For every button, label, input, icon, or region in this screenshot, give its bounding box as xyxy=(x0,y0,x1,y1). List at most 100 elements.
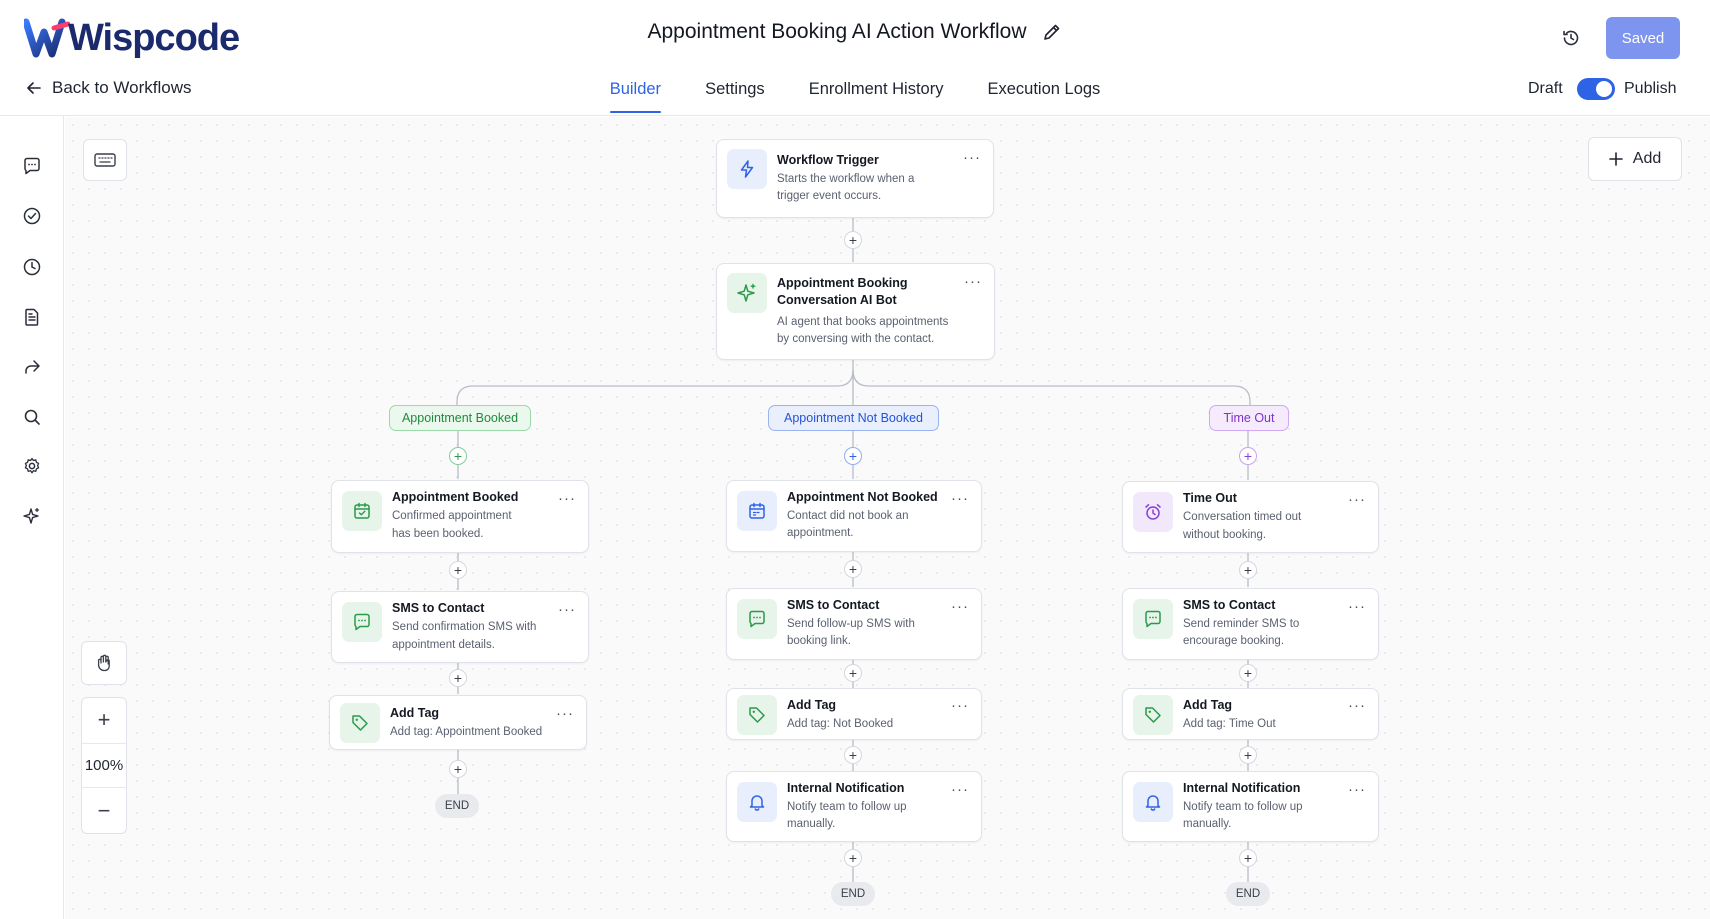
add-step-button[interactable]: + xyxy=(449,447,467,465)
search-icon[interactable] xyxy=(18,403,46,431)
sms-to-contact-node[interactable]: SMS to Contact Send reminder SMS to enco… xyxy=(1122,588,1379,660)
add-step-button[interactable]: + xyxy=(1239,447,1257,465)
node-desc-line-1: Add tag: Time Out xyxy=(1183,718,1276,730)
node-desc-line-2: has been booked. xyxy=(392,528,484,540)
saved-button[interactable]: Saved xyxy=(1606,17,1680,59)
pan-tool-button[interactable] xyxy=(81,641,127,685)
zoom-in-button[interactable]: + xyxy=(82,698,126,742)
add-tag-node[interactable]: Add Tag Add tag: Time Out ··· xyxy=(1122,688,1379,740)
node-menu-button[interactable]: ··· xyxy=(951,491,969,506)
share-icon[interactable] xyxy=(18,353,46,381)
node-desc-line-1: Notify team to follow up xyxy=(787,801,907,813)
left-sidebar xyxy=(0,116,64,919)
node-desc-line-1: Confirmed appointment xyxy=(392,510,512,522)
bell-icon xyxy=(737,782,777,822)
add-tag-node[interactable]: Add Tag Add tag: Appointment Booked ··· xyxy=(329,695,587,750)
tab-enrollment-history[interactable]: Enrollment History xyxy=(787,70,966,113)
keyboard-shortcuts-button[interactable] xyxy=(83,139,127,181)
pencil-icon xyxy=(1044,24,1060,40)
tab-builder[interactable]: Builder xyxy=(588,70,683,113)
add-step-button[interactable]: + xyxy=(844,560,862,578)
node-desc-line-2: appointment. xyxy=(787,527,854,539)
appointment-booked-node[interactable]: Appointment Booked Confirmed appointment… xyxy=(331,480,589,553)
node-menu-button[interactable]: ··· xyxy=(1348,599,1366,614)
node-title: Workflow Trigger xyxy=(777,153,879,167)
add-step-button[interactable]: + xyxy=(844,664,862,682)
node-menu-button[interactable]: ··· xyxy=(1348,698,1366,713)
node-menu-button[interactable]: ··· xyxy=(558,491,576,506)
add-node-button[interactable]: Add xyxy=(1588,137,1682,181)
tag-icon xyxy=(1133,695,1173,735)
add-step-button[interactable]: + xyxy=(1239,561,1257,579)
document-icon[interactable] xyxy=(18,303,46,331)
version-history-button[interactable] xyxy=(1561,28,1581,48)
publish-toggle[interactable] xyxy=(1577,78,1615,100)
node-menu-button[interactable]: ··· xyxy=(951,698,969,713)
internal-notification-node[interactable]: Internal Notification Notify team to fol… xyxy=(1122,771,1379,842)
end-marker: END xyxy=(435,794,479,818)
add-step-button[interactable]: + xyxy=(449,669,467,687)
draft-label: Draft xyxy=(1528,80,1563,97)
add-step-button[interactable]: + xyxy=(1239,746,1257,764)
node-menu-button[interactable]: ··· xyxy=(556,706,574,721)
branch-label-not-booked[interactable]: Appointment Not Booked xyxy=(768,405,939,431)
node-title: Internal Notification xyxy=(787,781,905,795)
node-desc-line-2: without booking. xyxy=(1183,529,1267,541)
branch-label-time-out[interactable]: Time Out xyxy=(1209,405,1289,431)
chat-icon xyxy=(737,599,777,639)
node-title: SMS to Contact xyxy=(1183,598,1276,612)
edit-title-button[interactable] xyxy=(1042,22,1062,42)
add-step-button[interactable]: + xyxy=(844,849,862,867)
keyboard-icon xyxy=(94,153,116,167)
tag-icon xyxy=(737,695,777,735)
sms-to-contact-node[interactable]: SMS to Contact Send confirmation SMS wit… xyxy=(331,591,589,663)
bell-icon xyxy=(1133,782,1173,822)
add-step-button[interactable]: + xyxy=(449,760,467,778)
node-menu-button[interactable]: ··· xyxy=(1348,492,1366,507)
node-desc-line-1: Notify team to follow up xyxy=(1183,801,1303,813)
back-to-workflows-link[interactable]: Back to Workflows xyxy=(26,78,192,98)
node-desc-line-1: Send confirmation SMS with xyxy=(392,621,537,633)
node-title: Time Out xyxy=(1183,491,1237,505)
alarm-clock-icon xyxy=(1133,492,1173,532)
add-step-button[interactable]: + xyxy=(844,231,862,249)
node-menu-button[interactable]: ··· xyxy=(964,274,982,289)
workflow-trigger-node[interactable]: Workflow Trigger Starts the workflow whe… xyxy=(716,139,994,218)
check-circle-icon[interactable] xyxy=(18,202,46,230)
node-menu-button[interactable]: ··· xyxy=(1348,782,1366,797)
chat-icon[interactable] xyxy=(18,152,46,180)
add-step-button[interactable]: + xyxy=(1239,664,1257,682)
sms-to-contact-node[interactable]: SMS to Contact Send follow-up SMS with b… xyxy=(726,588,982,660)
branch-label-booked[interactable]: Appointment Booked xyxy=(389,405,531,431)
zoom-out-button[interactable]: − xyxy=(82,789,126,833)
sparkle-icon[interactable] xyxy=(18,502,46,530)
add-step-button[interactable]: + xyxy=(449,561,467,579)
arrow-left-icon xyxy=(27,82,41,94)
node-desc-line-2: trigger event occurs. xyxy=(777,190,882,202)
history-icon xyxy=(1563,30,1579,46)
brand-logo[interactable]: Wispcode xyxy=(24,16,240,60)
add-tag-node[interactable]: Add Tag Add tag: Not Booked ··· xyxy=(726,688,982,740)
end-marker: END xyxy=(831,882,875,906)
internal-notification-node[interactable]: Internal Notification Notify team to fol… xyxy=(726,771,982,842)
tab-settings[interactable]: Settings xyxy=(683,70,787,113)
toggle-knob xyxy=(1596,81,1612,97)
add-step-button[interactable]: + xyxy=(844,746,862,764)
time-out-node[interactable]: Time Out Conversation timed out without … xyxy=(1122,481,1379,553)
appointment-not-booked-node[interactable]: Appointment Not Booked Contact did not b… xyxy=(726,480,982,552)
node-menu-button[interactable]: ··· xyxy=(558,602,576,617)
node-desc-line-1: Contact did not book an xyxy=(787,510,909,522)
node-menu-button[interactable]: ··· xyxy=(963,150,981,165)
node-desc-line-2: by conversing with the contact. xyxy=(777,333,935,345)
node-menu-button[interactable]: ··· xyxy=(951,599,969,614)
clock-icon[interactable] xyxy=(18,253,46,281)
tab-execution-logs[interactable]: Execution Logs xyxy=(965,70,1122,113)
hand-icon xyxy=(97,654,110,672)
ai-bot-node[interactable]: Appointment Booking Conversation AI Bot … xyxy=(716,263,995,360)
node-desc-line-2: encourage booking. xyxy=(1183,635,1285,647)
gear-icon[interactable] xyxy=(18,452,46,480)
node-menu-button[interactable]: ··· xyxy=(951,782,969,797)
add-step-button[interactable]: + xyxy=(1239,849,1257,867)
node-desc-line-2: appointment details. xyxy=(392,639,495,651)
add-step-button[interactable]: + xyxy=(844,447,862,465)
